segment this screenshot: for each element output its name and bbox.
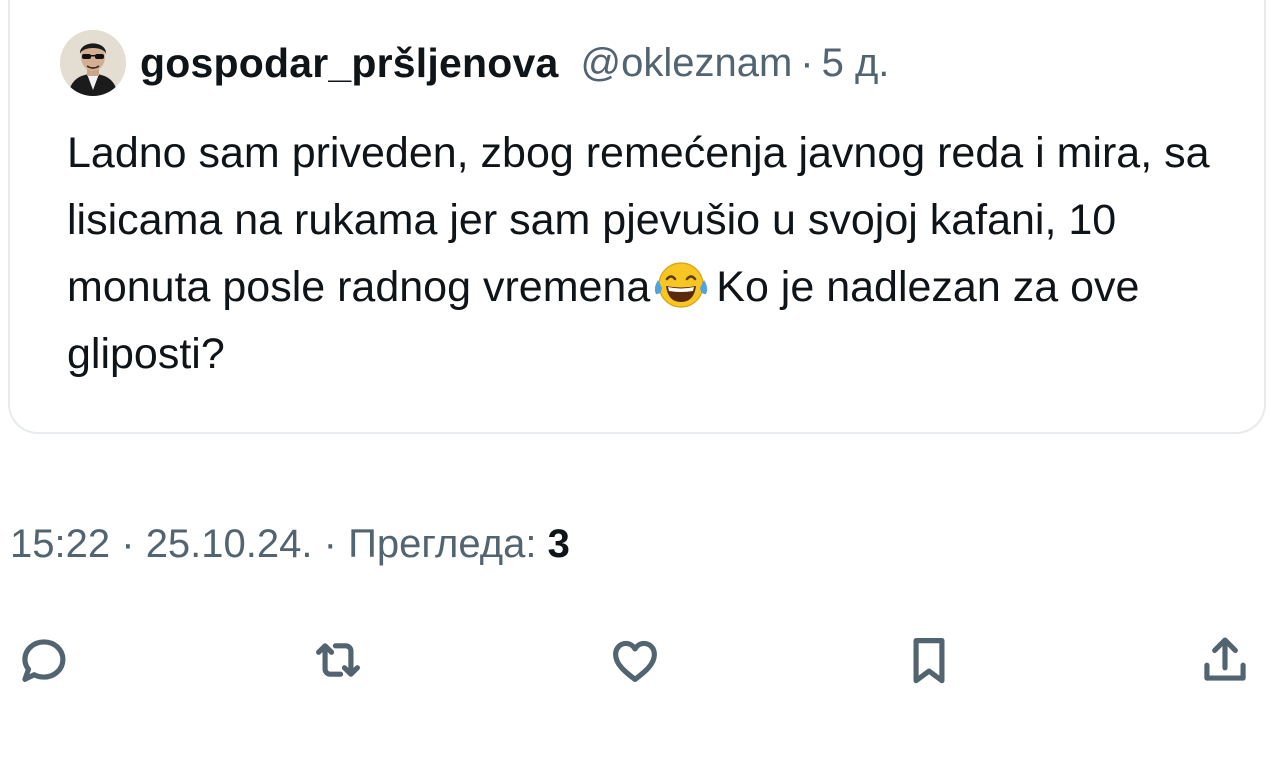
tweet-time[interactable]: 15:22 (10, 522, 110, 566)
bookmark-icon (913, 638, 945, 684)
retweet-icon (316, 643, 360, 677)
separator-dot: · (800, 40, 814, 85)
avatar[interactable] (60, 30, 126, 96)
like-button[interactable] (595, 620, 675, 700)
display-name[interactable]: gospodar_pršljenova (140, 40, 558, 87)
post-age[interactable]: 5 д. (822, 41, 890, 86)
views-label: Прегледа: (348, 522, 537, 566)
user-handle[interactable]: @okleznam (580, 41, 792, 86)
action-bar (0, 620, 1280, 700)
share-button[interactable] (1185, 620, 1265, 700)
retweet-button[interactable] (298, 620, 378, 700)
meta-separator: · (323, 522, 337, 566)
quoted-tweet-text: Ladno sam priveden, zbog remećenja javno… (67, 120, 1257, 388)
views-count: 3 (547, 522, 570, 566)
quoted-tweet-header: gospodar_pršljenova @okleznam · 5 д. (60, 28, 889, 98)
face-with-tears-of-joy-icon (652, 258, 710, 310)
tweet-date[interactable]: 25.10.24. (146, 522, 313, 566)
tweet-meta: 15:22 · 25.10.24. · Прегледа: 3 (10, 522, 570, 567)
share-icon (1204, 637, 1246, 681)
reply-button[interactable] (3, 620, 83, 700)
tweet-detail-page: gospodar_pršljenova @okleznam · 5 д. Lad… (0, 0, 1280, 768)
bookmark-button[interactable] (889, 620, 969, 700)
meta-separator: · (121, 522, 135, 566)
quoted-tweet-card[interactable]: gospodar_pršljenova @okleznam · 5 д. Lad… (8, 0, 1266, 434)
heart-icon (613, 640, 657, 682)
reply-icon (22, 639, 66, 682)
avatar-man-sunglasses-icon (60, 30, 126, 96)
